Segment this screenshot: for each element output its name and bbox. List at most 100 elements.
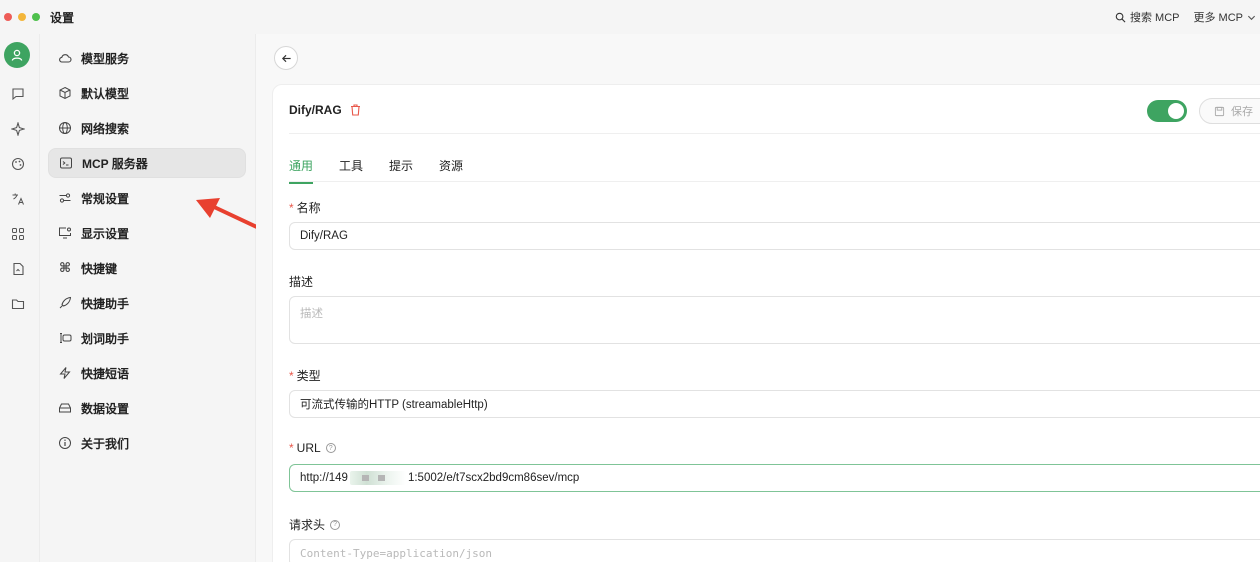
nav-item-label: MCP 服务器 [82, 156, 148, 171]
nav-item-label: 常规设置 [81, 191, 130, 206]
cloud-icon [58, 51, 72, 65]
headers-placeholder: Content-Type=application/json [300, 546, 493, 560]
maximize-window-button[interactable] [32, 13, 40, 21]
type-label-text: 类型 [296, 369, 321, 383]
headers-label-text: 请求头 [289, 518, 326, 532]
nav-item-web-search[interactable]: 网络搜索 [48, 113, 246, 143]
type-label: * 类型 [289, 367, 321, 384]
help-icon[interactable]: ? [325, 443, 336, 453]
nav-item-label: 关于我们 [81, 436, 130, 451]
save-icon [1214, 106, 1225, 116]
nav-item-label: 默认模型 [81, 86, 130, 101]
nav-item-mcp-servers[interactable]: MCP 服务器 [48, 148, 246, 178]
text-cursor-icon [58, 331, 72, 345]
toggle-knob [1168, 103, 1184, 119]
nav-item-selection-assistant[interactable]: 划词助手 [48, 323, 246, 353]
tab-bar: 通用 工具 提示 资源 [289, 157, 463, 184]
window-controls [4, 13, 40, 21]
avatar[interactable] [4, 42, 30, 68]
save-button[interactable]: 保存 [1199, 98, 1260, 124]
settings-nav: 模型服务 默认模型 网络搜索 MCP 服务器 常规设置 显示设置 ⌘ 快捷键 快… [40, 34, 278, 562]
globe-icon [58, 121, 72, 135]
file-icon [13, 262, 24, 276]
palette-icon [11, 157, 25, 171]
minimize-window-button[interactable] [18, 13, 26, 21]
type-value: 可流式传输的HTTP (streamableHttp) [300, 399, 488, 411]
redacted-blur [349, 471, 406, 485]
nav-item-label: 数据设置 [81, 401, 130, 416]
rail-translate-button[interactable] [8, 189, 28, 209]
tab-general[interactable]: 通用 [289, 157, 314, 184]
nav-item-model-service[interactable]: 模型服务 [48, 43, 246, 73]
cube-icon [58, 86, 72, 100]
headers-textarea[interactable]: Content-Type=application/json [289, 539, 1260, 562]
nav-item-quick-assistant[interactable]: 快捷助手 [48, 288, 246, 318]
monitor-icon [58, 226, 72, 240]
translate-icon [12, 193, 24, 205]
url-suffix: 1:5002/e/t7scx2bd9cm86sev/mcp [407, 472, 580, 484]
name-input[interactable]: Dify/RAG [289, 222, 1260, 250]
info-icon [58, 436, 72, 450]
nav-item-label: 模型服务 [81, 51, 130, 66]
close-window-button[interactable] [4, 13, 12, 21]
save-label: 保存 [1231, 106, 1253, 118]
help-icon[interactable]: ? [330, 519, 341, 530]
more-mcp-label: 更多 MCP [1193, 12, 1244, 24]
back-button[interactable] [274, 46, 298, 70]
more-mcp-button[interactable]: 更多 MCP [1194, 9, 1257, 25]
search-icon [1115, 12, 1126, 22]
rail-assistant-button[interactable] [8, 119, 28, 139]
description-textarea[interactable]: 描述 [289, 296, 1260, 344]
url-label-text: URL [296, 441, 321, 455]
tab-resources[interactable]: 资源 [439, 157, 463, 184]
description-label-text: 描述 [289, 275, 314, 289]
settings-sliders-icon [58, 191, 72, 205]
nav-item-label: 显示设置 [81, 226, 130, 241]
header-divider [289, 133, 1260, 134]
rail-paint-button[interactable] [8, 154, 28, 174]
terminal-icon [59, 156, 73, 170]
url-label: * URL ? [289, 441, 336, 455]
command-icon: ⌘ [58, 260, 72, 275]
nav-item-label: 划词助手 [81, 331, 130, 346]
server-enabled-toggle[interactable] [1147, 100, 1187, 122]
tab-prompts[interactable]: 提示 [389, 157, 413, 184]
url-prefix: http://149 [300, 472, 348, 484]
tab-tools[interactable]: 工具 [339, 157, 363, 184]
nav-item-quick-phrases[interactable]: 快捷短语 [48, 358, 246, 388]
nav-item-about[interactable]: 关于我们 [48, 428, 246, 458]
nav-item-label: 快捷短语 [81, 366, 130, 381]
icon-rail [0, 34, 40, 562]
server-title: Dify/RAG [289, 103, 342, 117]
rocket-icon [58, 296, 72, 310]
required-mark: * [289, 200, 294, 215]
required-mark: * [289, 368, 294, 383]
headers-label: 请求头 ? [289, 516, 341, 533]
nav-item-data-settings[interactable]: 数据设置 [48, 393, 246, 423]
url-input[interactable]: http://149 1:5002/e/t7scx2bd9cm86sev/mcp [289, 464, 1260, 492]
description-label: 描述 [289, 273, 313, 290]
rail-folder-button[interactable] [8, 294, 28, 314]
tabs-divider [289, 181, 1260, 182]
name-label-text: 名称 [296, 201, 321, 215]
nav-item-label: 快捷键 [81, 261, 118, 276]
avatar-icon [11, 49, 23, 61]
trash-icon[interactable] [350, 104, 361, 116]
bolt-icon [58, 366, 72, 380]
nav-item-shortcuts[interactable]: ⌘ 快捷键 [48, 253, 246, 283]
server-settings-card: Dify/RAG 保存 通用 工具 提示 资源 * 名称 Dify/RAG 描述… [272, 84, 1260, 562]
rail-apps-button[interactable] [8, 224, 28, 244]
rail-chat-button[interactable] [8, 84, 28, 104]
rail-files-button[interactable] [8, 259, 28, 279]
main-content: Dify/RAG 保存 通用 工具 提示 资源 * 名称 Dify/RAG 描述… [256, 34, 1260, 562]
nav-item-label: 网络搜索 [81, 121, 130, 136]
search-mcp-button[interactable]: 搜索 MCP [1115, 9, 1180, 25]
window-title: 设置 [50, 10, 75, 25]
folder-icon [11, 299, 25, 310]
chat-icon [12, 88, 24, 101]
arrow-left-icon [281, 54, 291, 62]
type-select[interactable]: 可流式传输的HTTP (streamableHttp) [289, 390, 1260, 418]
required-mark: * [289, 441, 294, 455]
nav-item-default-model[interactable]: 默认模型 [48, 78, 246, 108]
chevron-down-icon [1247, 15, 1256, 20]
